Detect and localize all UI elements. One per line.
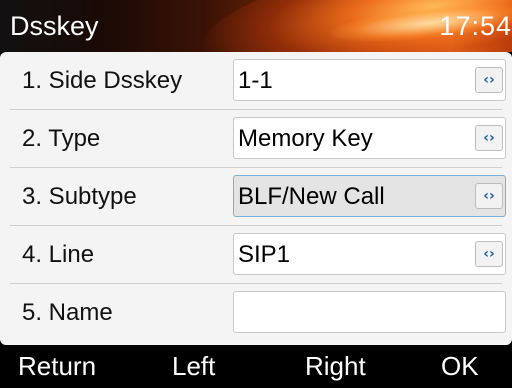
- row-label: 3. Subtype: [22, 183, 137, 210]
- left-right-arrows-icon[interactable]: ‹›: [475, 125, 503, 151]
- field-value: BLF/New Call: [238, 183, 385, 210]
- side-dsskey-select[interactable]: 1-1 ‹›: [233, 59, 506, 101]
- row-name[interactable]: 5. Name: [0, 284, 512, 342]
- row-label: 1. Side Dsskey: [22, 67, 183, 94]
- title-bar: Dsskey 17:54: [0, 0, 512, 52]
- softkey-bar: Return Left Right OK: [0, 345, 512, 388]
- row-subtype[interactable]: 3. Subtype BLF/New Call ‹›: [0, 168, 512, 226]
- left-right-arrows-icon[interactable]: ‹›: [475, 241, 503, 267]
- row-line[interactable]: 4. Line SIP1 ‹›: [0, 226, 512, 284]
- field-value: SIP1: [238, 241, 291, 268]
- page-title: Dsskey: [10, 11, 99, 41]
- row-side-dsskey[interactable]: 1. Side Dsskey 1-1 ‹›: [0, 52, 512, 110]
- row-label: 4. Line: [22, 241, 95, 268]
- field-value: 1-1: [238, 67, 273, 94]
- subtype-select[interactable]: BLF/New Call ‹›: [233, 175, 506, 217]
- ok-softkey[interactable]: OK: [441, 350, 479, 382]
- settings-panel: 1. Side Dsskey 1-1 ‹› 2. Type Memory Key…: [0, 52, 512, 345]
- field-value: Memory Key: [238, 125, 373, 152]
- left-right-arrows-icon[interactable]: ‹›: [475, 67, 503, 93]
- left-right-arrows-icon[interactable]: ‹›: [475, 183, 503, 209]
- line-select[interactable]: SIP1 ‹›: [233, 233, 506, 275]
- row-type[interactable]: 2. Type Memory Key ‹›: [0, 110, 512, 168]
- right-softkey[interactable]: Right: [305, 350, 366, 382]
- name-input[interactable]: [233, 291, 506, 333]
- return-softkey[interactable]: Return: [18, 350, 96, 382]
- clock: 17:54: [439, 11, 512, 41]
- phone-screen: Dsskey 17:54 1. Side Dsskey 1-1 ‹› 2. Ty…: [0, 0, 512, 388]
- row-label: 5. Name: [22, 299, 113, 326]
- type-select[interactable]: Memory Key ‹›: [233, 117, 506, 159]
- left-softkey[interactable]: Left: [172, 350, 215, 382]
- row-label: 2. Type: [22, 125, 101, 152]
